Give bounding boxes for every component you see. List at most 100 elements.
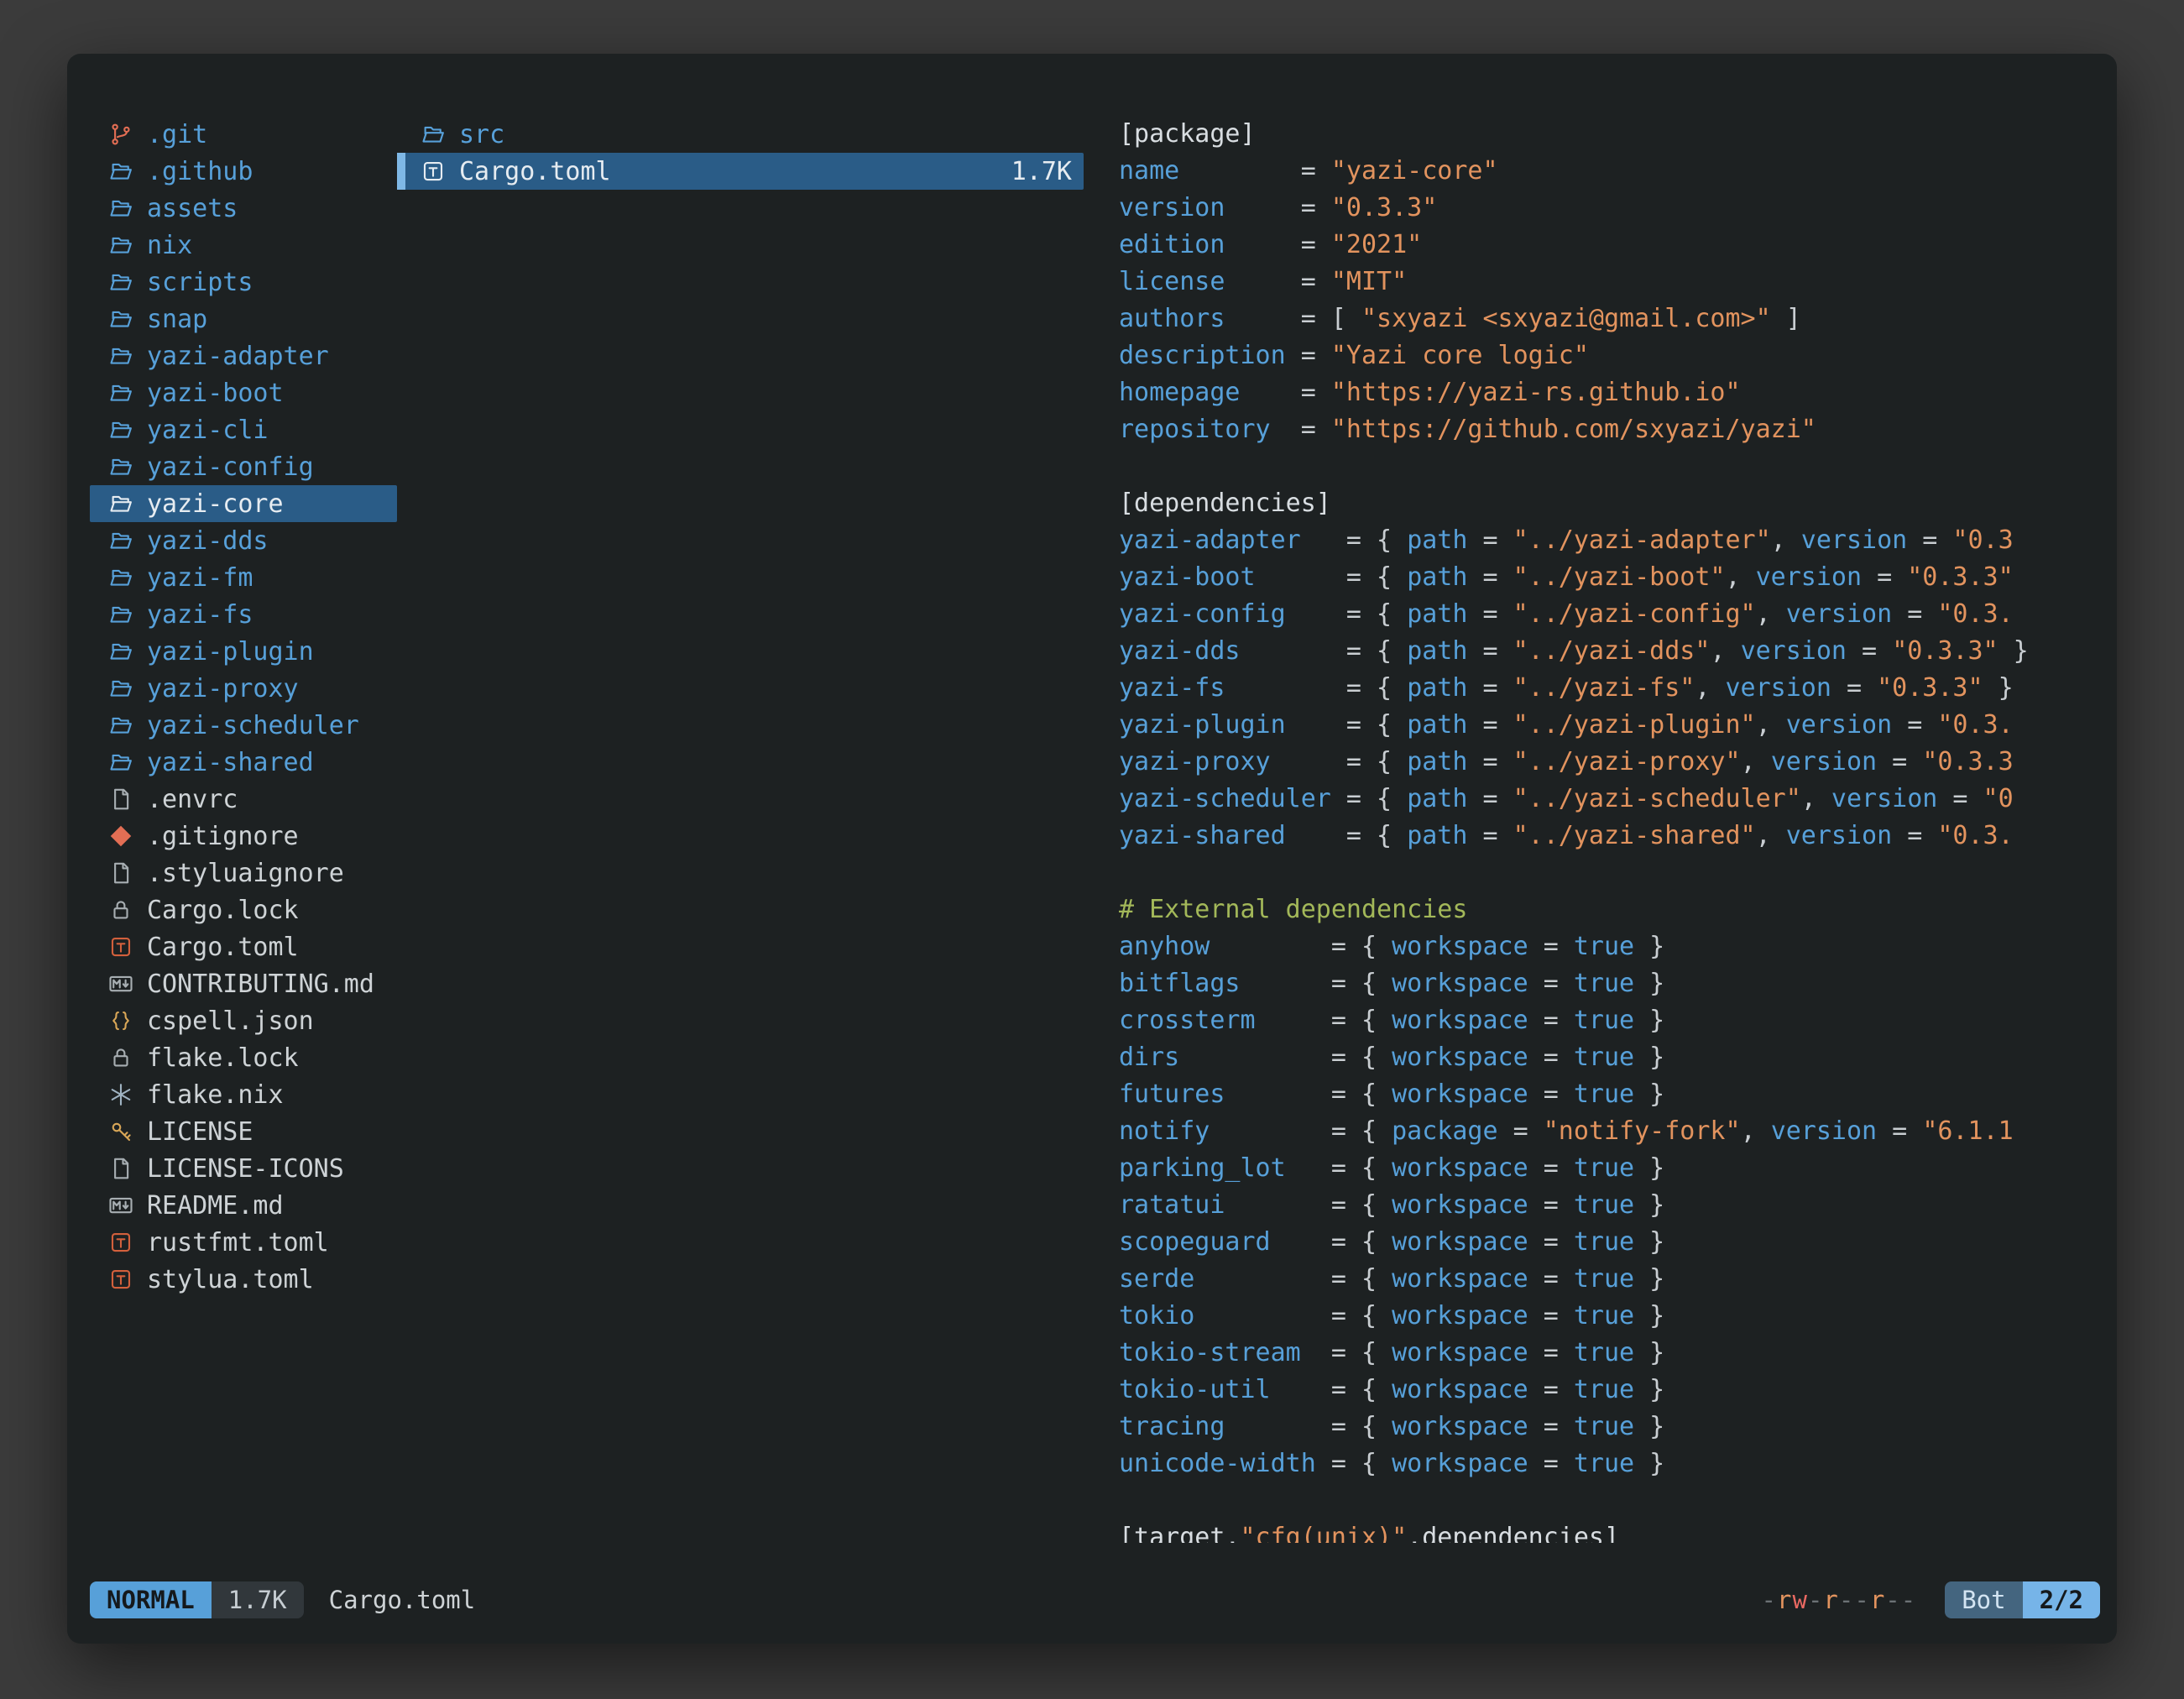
code-line: [dependencies] <box>1119 485 2117 522</box>
entry-label: scripts <box>147 268 253 297</box>
entry-label: yazi-cli <box>147 416 269 445</box>
dir-row-snap[interactable]: snap <box>90 301 397 337</box>
code-line: tokio-stream = { workspace = true } <box>1119 1335 2117 1372</box>
code-line: yazi-adapter = { path = "../yazi-adapter… <box>1119 522 2117 559</box>
dir-row-yazi-core[interactable]: yazi-core <box>90 485 397 522</box>
code-line: parking_lot = { workspace = true } <box>1119 1150 2117 1187</box>
entry-label: yazi-fm <box>147 563 253 593</box>
entry-label: flake.lock <box>147 1043 299 1073</box>
folder-open-icon <box>108 417 138 442</box>
dir-row-yazi-proxy[interactable]: yazi-proxy <box>90 670 397 707</box>
entry-label: rustfmt.toml <box>147 1228 329 1257</box>
lock-icon <box>108 1045 138 1070</box>
dir-row-yazi-plugin[interactable]: yazi-plugin <box>90 633 397 670</box>
cursor-counter: 2/2 <box>2023 1581 2100 1618</box>
status-bar-left: NORMAL 1.7K Cargo.toml <box>90 1581 475 1618</box>
code-line: description = "Yazi core logic" <box>1119 337 2117 374</box>
entry-label: .github <box>147 157 253 186</box>
folder-open-icon <box>108 269 138 295</box>
folder-open-icon <box>108 306 138 332</box>
dir-row-yazi-config[interactable]: yazi-config <box>90 448 397 485</box>
current-directory-pane: src Cargo.toml1.7K <box>397 116 1084 190</box>
entry-label: src <box>459 120 504 149</box>
file-row-CONTRIBUTING.md[interactable]: CONTRIBUTING.md <box>90 965 397 1002</box>
file-row-Cargo.toml[interactable]: Cargo.toml1.7K <box>397 153 1084 190</box>
entry-label: yazi-adapter <box>147 342 329 371</box>
code-line: name = "yazi-core" <box>1119 153 2117 190</box>
folder-open-icon <box>108 343 138 369</box>
entry-label: flake.nix <box>147 1080 284 1110</box>
entry-label: nix <box>147 231 192 260</box>
code-line <box>1119 855 2117 891</box>
entry-label: LICENSE-ICONS <box>147 1154 344 1184</box>
code-line: yazi-plugin = { path = "../yazi-plugin",… <box>1119 707 2117 744</box>
dir-row-yazi-cli[interactable]: yazi-cli <box>90 411 397 448</box>
dir-row-assets[interactable]: assets <box>90 190 397 227</box>
file-row-README.md[interactable]: README.md <box>90 1187 397 1224</box>
entry-label: yazi-config <box>147 452 314 482</box>
file-row-stylua.toml[interactable]: stylua.toml <box>90 1261 397 1298</box>
file-row-flake.lock[interactable]: flake.lock <box>90 1039 397 1076</box>
file-row-cspell.json[interactable]: cspell.json <box>90 1002 397 1039</box>
terminal-window: .git .github assets nix scripts snap yazi-adap… <box>67 54 2117 1644</box>
code-line <box>1119 448 2117 485</box>
dir-row-yazi-adapter[interactable]: yazi-adapter <box>90 337 397 374</box>
dir-row-scripts[interactable]: scripts <box>90 264 397 301</box>
folder-open-icon <box>108 196 138 221</box>
code-line: serde = { workspace = true } <box>1119 1261 2117 1298</box>
folder-open-icon <box>108 750 138 775</box>
file-preview-pane: [package]name = "yazi-core"version = "0.… <box>1119 116 2117 1543</box>
file-row-rustfmt.toml[interactable]: rustfmt.toml <box>90 1224 397 1261</box>
file-row-LICENSE[interactable]: LICENSE <box>90 1113 397 1150</box>
code-line: yazi-fs = { path = "../yazi-fs", version… <box>1119 670 2117 707</box>
dir-row-.git[interactable]: .git <box>90 116 397 153</box>
entry-label: Cargo.toml <box>459 157 611 186</box>
folder-open-icon <box>108 602 138 627</box>
toml-icon <box>108 1267 138 1292</box>
toml-preview: [package]name = "yazi-core"version = "0.… <box>1119 116 2117 1543</box>
entry-label: CONTRIBUTING.md <box>147 970 374 999</box>
git-branch-icon <box>108 122 138 147</box>
file-row-Cargo.toml[interactable]: Cargo.toml <box>90 928 397 965</box>
dir-row-yazi-shared[interactable]: yazi-shared <box>90 744 397 781</box>
dir-row-.github[interactable]: .github <box>90 153 397 190</box>
mode-indicator: NORMAL <box>90 1581 212 1618</box>
file-row-.styluaignore[interactable]: .styluaignore <box>90 855 397 891</box>
code-line: yazi-shared = { path = "../yazi-shared",… <box>1119 818 2117 855</box>
dir-row-yazi-fs[interactable]: yazi-fs <box>90 596 397 633</box>
file-row-Cargo.lock[interactable]: Cargo.lock <box>90 891 397 928</box>
folder-open-icon <box>108 491 138 516</box>
dir-row-nix[interactable]: nix <box>90 227 397 264</box>
dir-row-yazi-fm[interactable]: yazi-fm <box>90 559 397 596</box>
folder-open-icon <box>108 159 138 184</box>
entry-label: Cargo.toml <box>147 933 299 962</box>
file-row-.gitignore[interactable]: .gitignore <box>90 818 397 855</box>
dir-row-yazi-boot[interactable]: yazi-boot <box>90 374 397 411</box>
file-size-indicator: 1.7K <box>212 1581 304 1618</box>
status-filename: Cargo.toml <box>329 1586 476 1614</box>
code-line: unicode-width = { workspace = true } <box>1119 1445 2117 1482</box>
entry-label: yazi-scheduler <box>147 711 359 740</box>
folder-open-icon <box>108 528 138 553</box>
entry-label: stylua.toml <box>147 1265 314 1294</box>
code-line: tracing = { workspace = true } <box>1119 1409 2117 1445</box>
dir-row-yazi-scheduler[interactable]: yazi-scheduler <box>90 707 397 744</box>
code-line: repository = "https://github.com/sxyazi/… <box>1119 411 2117 448</box>
file-row-.envrc[interactable]: .envrc <box>90 781 397 818</box>
file-row-LICENSE-ICONS[interactable]: LICENSE-ICONS <box>90 1150 397 1187</box>
file-row-flake.nix[interactable]: flake.nix <box>90 1076 397 1113</box>
dir-row-src[interactable]: src <box>397 116 1084 153</box>
dir-row-yazi-dds[interactable]: yazi-dds <box>90 522 397 559</box>
file-icon <box>108 787 138 812</box>
key-icon <box>108 1119 138 1144</box>
folder-open-icon <box>108 713 138 738</box>
folder-open-icon <box>108 454 138 479</box>
code-line: crossterm = { workspace = true } <box>1119 1002 2117 1039</box>
entry-label: README.md <box>147 1191 284 1221</box>
code-line: homepage = "https://yazi-rs.github.io" <box>1119 374 2117 411</box>
entry-label: snap <box>147 305 207 334</box>
code-line: ratatui = { workspace = true } <box>1119 1187 2117 1224</box>
code-line: yazi-boot = { path = "../yazi-boot", ver… <box>1119 559 2117 596</box>
lock-icon <box>108 897 138 923</box>
code-line: tokio = { workspace = true } <box>1119 1298 2117 1335</box>
